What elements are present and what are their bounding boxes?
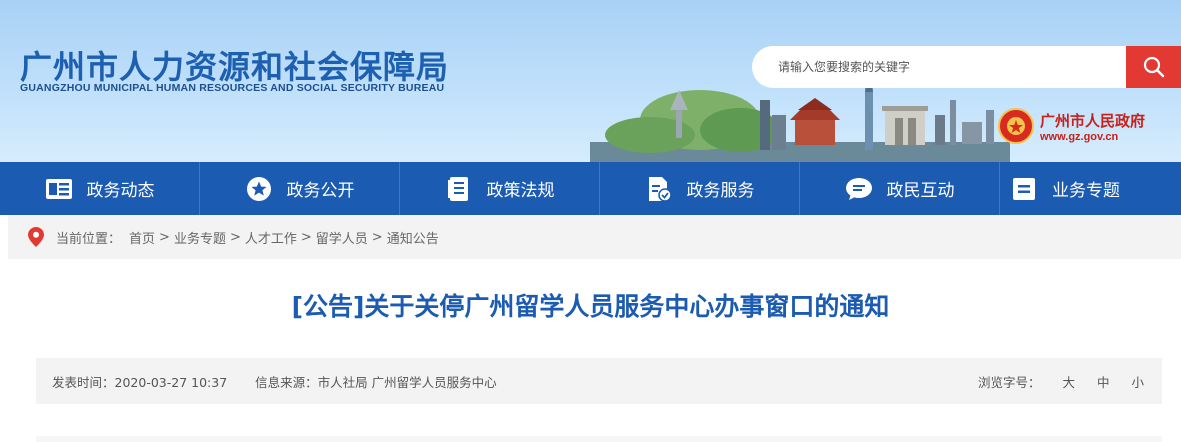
breadcrumb-label: 当前位置： bbox=[56, 231, 122, 247]
nav-item-topics[interactable]: 业务专题 bbox=[1000, 162, 1181, 215]
publish-time-value: 2020-03-27 10:37 bbox=[114, 374, 228, 390]
site-subtitle: GUANGZHOU MUNICIPAL HUMAN RESOURCES AND … bbox=[20, 82, 445, 94]
breadcrumb-separator: > bbox=[300, 229, 312, 245]
nav-item-open-government[interactable]: 政务公开 bbox=[200, 162, 400, 215]
document-icon bbox=[445, 175, 473, 203]
breadcrumb-separator: > bbox=[229, 229, 241, 245]
nav-item-news[interactable]: 政务动态 bbox=[0, 162, 200, 215]
article-title: [公告]关于关停广州留学人员服务中心办事窗口的通知 bbox=[291, 292, 890, 321]
search-icon bbox=[1143, 56, 1164, 78]
nav-item-policies[interactable]: 政策法规 bbox=[400, 162, 600, 215]
font-size-switcher: 浏览字号： 大 中 小 bbox=[978, 372, 1144, 391]
publish-time-label: 发表时间： bbox=[52, 374, 115, 390]
gov-name: 广州市人民政府 bbox=[1040, 111, 1146, 130]
city-skyline-illustration bbox=[590, 80, 1010, 162]
search-input[interactable] bbox=[778, 60, 1118, 74]
chat-icon bbox=[845, 175, 873, 203]
info-source-label: 信息来源： bbox=[255, 374, 318, 390]
news-icon bbox=[45, 175, 73, 203]
nav-item-label: 政务服务 bbox=[686, 181, 755, 201]
info-source-value: 市人社局 广州留学人员服务中心 bbox=[317, 374, 497, 390]
nav-item-label: 政策法规 bbox=[486, 181, 555, 201]
breadcrumb-talent-work[interactable]: 人才工作 bbox=[245, 228, 297, 247]
info-source: 信息来源：市人社局 广州留学人员服务中心 bbox=[255, 372, 497, 391]
nav-item-interaction[interactable]: 政民互动 bbox=[800, 162, 1000, 215]
nav-item-label: 政务公开 bbox=[286, 181, 355, 201]
gov-url: www.gz.gov.cn bbox=[1040, 130, 1119, 143]
breadcrumb: 当前位置： 首页 > 业务专题 > 人才工作 > 留学人员 > 通知公告 bbox=[8, 215, 1181, 259]
nav-item-label: 政务动态 bbox=[86, 181, 155, 201]
gz-government-link[interactable]: 广州市人民政府 www.gz.gov.cn bbox=[998, 108, 1145, 144]
search-box bbox=[752, 46, 1181, 88]
breadcrumb-home[interactable]: 首页 bbox=[129, 228, 155, 247]
breadcrumb-business-topics[interactable]: 业务专题 bbox=[174, 228, 226, 247]
content-divider bbox=[36, 436, 1162, 442]
nav-item-label: 政民互动 bbox=[886, 181, 955, 201]
breadcrumb-separator: > bbox=[159, 229, 170, 245]
breadcrumb-notices[interactable]: 通知公告 bbox=[387, 228, 439, 247]
font-size-medium-button[interactable]: 中 bbox=[1097, 372, 1110, 391]
star-icon bbox=[245, 175, 273, 203]
nav-item-services[interactable]: 政务服务 bbox=[600, 162, 800, 215]
font-size-large-button[interactable]: 大 bbox=[1062, 372, 1075, 391]
service-doc-icon bbox=[645, 175, 673, 203]
article-meta-bar: 发表时间：2020-03-27 10:37 信息来源：市人社局 广州留学人员服务… bbox=[36, 358, 1162, 404]
nav-item-label: 业务专题 bbox=[1052, 181, 1120, 201]
font-size-small-button[interactable]: 小 bbox=[1131, 372, 1144, 391]
main-nav: 政务动态 政务公开 政策法规 政务服务 政民互动 业务专题 bbox=[0, 162, 1181, 215]
breadcrumb-separator: > bbox=[371, 229, 383, 245]
search-button[interactable] bbox=[1126, 46, 1181, 88]
font-size-label: 浏览字号： bbox=[977, 374, 1041, 390]
location-pin-icon bbox=[28, 227, 44, 247]
gov-emblem-icon bbox=[998, 108, 1034, 144]
publish-time: 发表时间：2020-03-27 10:37 bbox=[52, 372, 227, 391]
topic-icon bbox=[1010, 175, 1038, 203]
site-header: 广州市人力资源和社会保障局 GUANGZHOU MUNICIPAL HUMAN … bbox=[0, 0, 1181, 162]
breadcrumb-overseas-students[interactable]: 留学人员 bbox=[316, 228, 368, 247]
